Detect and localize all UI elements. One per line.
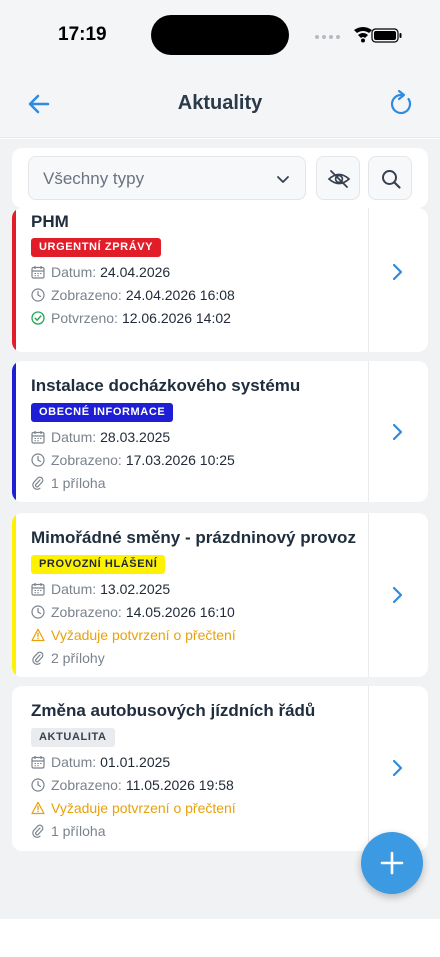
news-title: Mimořádné směny - prázdninový provoz <box>31 528 356 547</box>
paperclip-icon <box>32 476 44 490</box>
card-divider <box>368 686 369 851</box>
warning-icon <box>31 801 45 815</box>
chevron-down-icon <box>277 176 289 183</box>
warning-icon <box>31 628 45 642</box>
date-label: Datum: <box>51 754 97 770</box>
news-attachments: 2 přílohy <box>31 648 105 668</box>
refresh-icon <box>390 89 412 115</box>
clock-icon <box>31 453 45 467</box>
read-confirmation-warning: Vyžaduje potvrzení o přečtení <box>31 625 236 645</box>
attachments-count: 1 příloha <box>51 475 106 491</box>
date-value: 24.04.2026 <box>100 264 171 280</box>
viewed-label: Zobrazeno: <box>51 604 122 620</box>
search-button[interactable] <box>368 156 412 200</box>
paperclip-icon <box>32 651 44 665</box>
search-icon <box>382 170 401 189</box>
battery-icon <box>371 28 402 43</box>
news-date: Datum: 01.01.2025 <box>31 752 170 772</box>
status-icons <box>314 25 404 45</box>
paperclip-icon <box>32 824 44 838</box>
check-circle-icon <box>31 311 45 325</box>
read-confirmation-warning: Vyžaduje potvrzení o přečtení <box>31 798 236 818</box>
page-title: Aktuality <box>177 92 263 114</box>
viewed-label: Zobrazeno: <box>51 777 122 793</box>
attachments-count: 1 příloha <box>51 823 106 839</box>
chevron-right-icon[interactable] <box>390 422 404 442</box>
news-viewed: Zobrazeno: 24.04.2026 16:08 <box>31 285 235 305</box>
news-date: Datum: 13.02.2025 <box>31 579 170 599</box>
cellular-signal-icon <box>315 35 340 39</box>
news-card[interactable]: Změna autobusových jízdních řádů AKTUALI… <box>12 686 428 851</box>
news-content: Všechny typy PHM URGENTNÍ ZPRÁVY Datum: … <box>0 139 440 919</box>
news-card[interactable]: Mimořádné směny - prázdninový provoz PRO… <box>12 513 428 677</box>
add-news-button[interactable] <box>361 832 423 894</box>
date-label: Datum: <box>51 429 97 445</box>
card-divider <box>368 208 369 352</box>
category-badge: OBECNÉ INFORMACE <box>31 403 174 422</box>
attachments-count: 2 přílohy <box>51 650 105 666</box>
calendar-icon <box>31 756 45 769</box>
calendar-icon <box>31 583 45 596</box>
news-title: PHM <box>31 212 69 231</box>
news-date: Datum: 28.03.2025 <box>31 427 170 447</box>
viewed-value: 24.04.2026 16:08 <box>125 287 235 303</box>
date-label: Datum: <box>51 264 97 280</box>
news-date: Datum: 24.04.2026 <box>31 262 170 282</box>
status-bar: 17:19 <box>0 0 440 70</box>
wifi-icon <box>354 27 372 43</box>
category-badge: AKTUALITA <box>31 728 115 747</box>
date-value: 13.02.2025 <box>100 581 171 597</box>
category-badge: PROVOZNÍ HLÁŠENÍ <box>31 555 166 574</box>
news-confirmed: Potvrzeno: 12.06.2026 14:02 <box>31 308 231 328</box>
news-attachments: 1 příloha <box>31 473 105 493</box>
clock-icon <box>31 288 45 302</box>
card-divider <box>368 513 369 677</box>
date-value: 28.03.2025 <box>100 429 171 445</box>
chevron-right-icon[interactable] <box>390 758 404 778</box>
card-divider <box>368 361 369 502</box>
confirmed-label: Potvrzeno: <box>51 310 118 326</box>
date-label: Datum: <box>51 581 97 597</box>
chevron-right-icon[interactable] <box>390 262 404 282</box>
chevron-right-icon[interactable] <box>390 585 404 605</box>
news-viewed: Zobrazeno: 14.05.2026 16:10 <box>31 602 235 622</box>
calendar-icon <box>31 266 45 279</box>
news-type-select-value: Všechny typy <box>43 169 145 188</box>
viewed-value: 11.05.2026 19:58 <box>125 777 234 793</box>
category-badge: URGENTNÍ ZPRÁVY <box>31 238 162 257</box>
refresh-button[interactable] <box>386 89 416 119</box>
clock-icon <box>31 605 45 619</box>
news-type-select[interactable]: Všechny typy <box>28 156 306 200</box>
eye-off-icon <box>327 170 351 188</box>
date-value: 01.01.2025 <box>100 754 171 770</box>
viewed-value: 14.05.2026 16:10 <box>125 604 235 620</box>
news-card[interactable]: Instalace docházkového systému OBECNÉ IN… <box>12 361 428 502</box>
filter-bar: Všechny typy <box>12 148 428 208</box>
clock-icon <box>31 778 45 792</box>
hide-read-toggle-button[interactable] <box>316 156 360 200</box>
priority-stripe <box>12 361 16 502</box>
news-viewed: Zobrazeno: 11.05.2026 19:58 <box>31 775 234 795</box>
news-title: Instalace docházkového systému <box>31 376 301 395</box>
viewed-value: 17.03.2026 10:25 <box>125 452 235 468</box>
news-viewed: Zobrazeno: 17.03.2026 10:25 <box>31 450 235 470</box>
priority-stripe <box>12 686 16 851</box>
viewed-label: Zobrazeno: <box>51 287 122 303</box>
dynamic-island <box>151 15 289 55</box>
warning-text: Vyžaduje potvrzení o přečtení <box>51 627 236 643</box>
confirmed-value: 12.06.2026 14:02 <box>121 310 231 326</box>
plus-icon <box>380 851 404 875</box>
warning-text: Vyžaduje potvrzení o přečtení <box>51 800 236 816</box>
news-card[interactable]: PHM URGENTNÍ ZPRÁVY Datum: 24.04.2026 Zo… <box>12 208 428 352</box>
calendar-icon <box>31 431 45 444</box>
status-time: 17:19 <box>58 24 107 45</box>
news-title: Změna autobusových jízdních řádů <box>31 701 316 720</box>
priority-stripe <box>12 208 16 352</box>
news-attachments: 1 příloha <box>31 821 105 841</box>
priority-stripe <box>12 513 16 677</box>
viewed-label: Zobrazeno: <box>51 452 122 468</box>
navigation-header: Aktuality <box>0 70 440 138</box>
